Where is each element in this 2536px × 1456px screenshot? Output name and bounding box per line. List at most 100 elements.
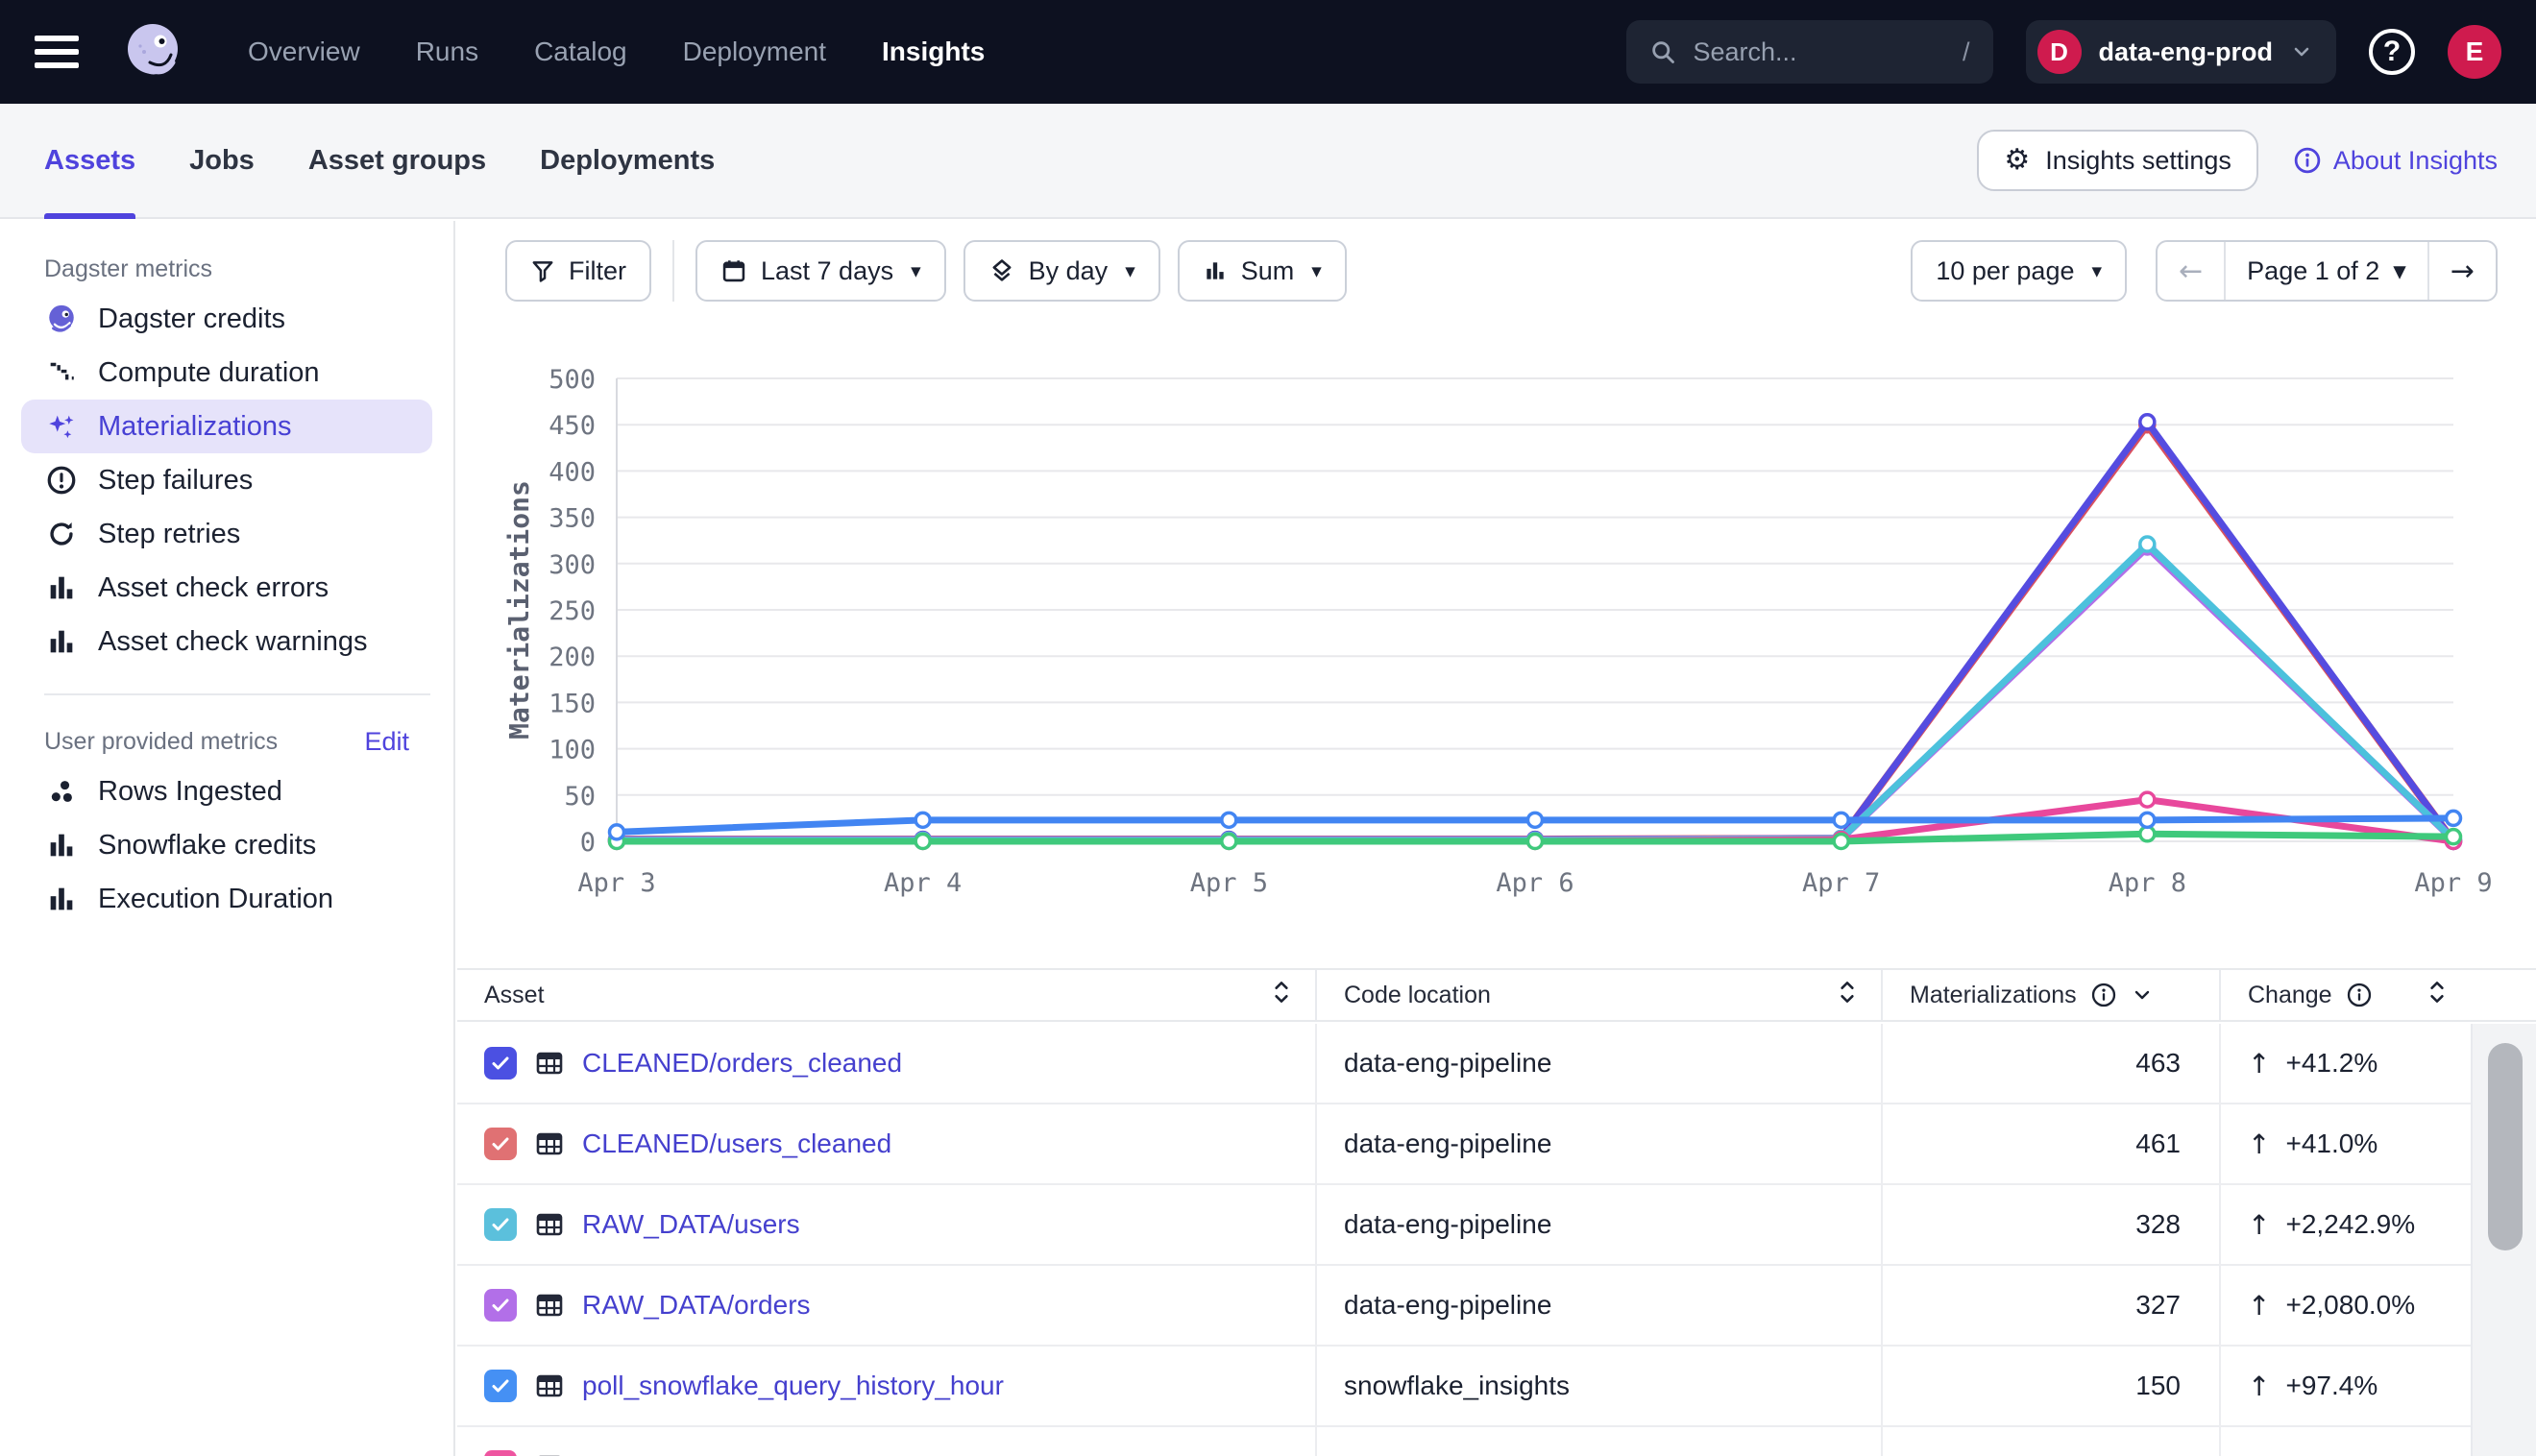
sidebar-item-dagster-credits[interactable]: Dagster credits	[21, 292, 432, 346]
top-nav-links: Overview Runs Catalog Deployment Insights	[248, 36, 985, 67]
caret-down-icon: ▾	[2091, 259, 2102, 282]
column-header-asset[interactable]: Asset	[457, 970, 1315, 1020]
code-location: data-eng-pipeline	[1344, 1128, 1551, 1159]
gear-icon: ⚙	[2004, 146, 2030, 175]
caret-down-icon: ▾	[2393, 256, 2406, 286]
sidebar-item-asset-check-warnings[interactable]: Asset check warnings	[21, 615, 432, 668]
sidebar-item-snowflake-credits[interactable]: Snowflake credits	[21, 818, 432, 872]
sidebar-item-compute-duration[interactable]: Compute duration	[21, 346, 432, 400]
deployment-badge: D	[2037, 30, 2082, 74]
dagster-logo-icon[interactable]	[121, 20, 184, 84]
asset-link[interactable]: RAW_DATA/orders	[582, 1290, 811, 1321]
svg-text:Apr 3: Apr 3	[577, 868, 655, 898]
aggregation-button[interactable]: Sum ▾	[1178, 240, 1347, 302]
up-arrow-icon: ↑	[2248, 1290, 2270, 1322]
bar-chart-icon	[45, 571, 78, 604]
materializations-count: 327	[1881, 1266, 2219, 1345]
asset-link[interactable]: CLEANED/users_cleaned	[582, 1128, 891, 1159]
top-nav-link-insights[interactable]: Insights	[882, 36, 985, 67]
column-header-code-location[interactable]: Code location	[1315, 970, 1881, 1020]
per-page-dropdown[interactable]: 10 per page ▾	[1911, 240, 2127, 302]
sidebar-item-rows-ingested[interactable]: Rows Ingested	[21, 764, 432, 818]
sort-icon[interactable]	[2425, 978, 2450, 1007]
insights-settings-button[interactable]: ⚙ Insights settings	[1977, 130, 2258, 191]
sidebar-item-label: Step failures	[98, 465, 253, 497]
sidebar-item-step-retries[interactable]: Step retries	[21, 507, 432, 561]
about-insights-link[interactable]: About Insights	[2293, 146, 2498, 176]
bar-chart-icon	[1203, 258, 1228, 283]
table-icon	[534, 1290, 565, 1321]
sidebar-item-asset-check-errors[interactable]: Asset check errors	[21, 561, 432, 615]
asset-link[interactable]: CLEANED/orders_cleaned	[582, 1048, 902, 1079]
asset-link[interactable]: CLEANED/…	[582, 1451, 744, 1456]
alert-circle-icon	[45, 464, 78, 497]
vertical-scrollbar[interactable]	[2488, 1043, 2523, 1250]
top-nav-link-catalog[interactable]: Catalog	[534, 36, 627, 67]
date-range-button[interactable]: Last 7 days ▾	[695, 240, 946, 302]
compute-duration-icon	[45, 356, 78, 389]
help-icon[interactable]: ?	[2369, 29, 2415, 75]
top-nav-link-deployment[interactable]: Deployment	[683, 36, 826, 67]
series-checkbox[interactable]	[484, 1047, 517, 1080]
series-checkbox[interactable]	[484, 1289, 517, 1322]
granularity-button[interactable]: By day ▾	[963, 240, 1160, 302]
change-percent: +1,0…%	[2285, 1451, 2389, 1456]
sidebar-item-execution-duration[interactable]: Execution Duration	[21, 872, 432, 926]
deployment-switcher[interactable]: D data-eng-prod	[2026, 20, 2337, 84]
caret-down-icon: ▾	[911, 259, 921, 282]
insights-tabs: Assets Jobs Asset groups Deployments	[44, 104, 715, 217]
table-icon	[534, 1209, 565, 1240]
series-checkbox[interactable]	[484, 1128, 517, 1160]
series-checkbox[interactable]	[484, 1370, 517, 1402]
series-checkbox[interactable]	[484, 1450, 517, 1456]
top-nav-link-runs[interactable]: Runs	[416, 36, 478, 67]
asset-link[interactable]: poll_snowflake_query_history_hour	[582, 1371, 1004, 1401]
search-input[interactable]: Search... /	[1626, 20, 1993, 84]
info-icon[interactable]	[2090, 982, 2117, 1008]
code-location: data-eng-pipeline	[1344, 1209, 1551, 1240]
prev-page-button[interactable]: ←	[2158, 242, 2224, 300]
column-header-materializations[interactable]: Materializations	[1881, 970, 2219, 1020]
table-icon	[534, 1128, 565, 1159]
top-nav-link-overview[interactable]: Overview	[248, 36, 360, 67]
asset-link[interactable]: RAW_DATA/users	[582, 1209, 800, 1240]
edit-metrics-link[interactable]: Edit	[364, 727, 409, 757]
tab-assets[interactable]: Assets	[44, 104, 135, 217]
up-arrow-icon: ↑	[2248, 1048, 2270, 1080]
sidebar-item-step-failures[interactable]: Step failures	[21, 453, 432, 507]
sort-icon[interactable]	[1269, 978, 1294, 1007]
change-percent: +2,080.0%	[2285, 1290, 2415, 1321]
retry-icon	[45, 518, 78, 550]
up-arrow-icon: ↑	[2248, 1371, 2270, 1402]
hamburger-menu-icon[interactable]	[35, 36, 79, 68]
scrollbar-track	[2471, 1024, 2536, 1456]
page-indicator-dropdown[interactable]: Page 1 of 2 ▾	[2224, 242, 2427, 300]
sidebar-item-materializations[interactable]: Materializations	[21, 400, 432, 453]
info-icon[interactable]	[2346, 982, 2373, 1008]
bar-chart-icon	[45, 883, 78, 915]
search-placeholder: Search...	[1694, 37, 1945, 67]
next-page-button[interactable]: →	[2427, 242, 2496, 300]
octopus-icon	[45, 303, 78, 335]
svg-text:Apr 6: Apr 6	[1496, 868, 1573, 898]
sidebar-section-title-user: User provided metrics Edit	[0, 718, 453, 764]
chart-toolbar: Filter Last 7 days ▾ By day ▾ Sum ▾ 10 p…	[505, 240, 2498, 302]
sidebar-item-label: Dagster credits	[98, 303, 285, 335]
sparkles-icon	[45, 410, 78, 443]
change-percent: +97.4%	[2285, 1371, 2378, 1401]
tab-deployments[interactable]: Deployments	[540, 104, 715, 217]
filter-button[interactable]: Filter	[505, 240, 651, 302]
tab-jobs[interactable]: Jobs	[189, 104, 255, 217]
table-row: RAW_DATA/usersdata-eng-pipeline328↑+2,24…	[457, 1185, 2536, 1266]
tab-asset-groups[interactable]: Asset groups	[308, 104, 486, 217]
chevron-down-icon[interactable]	[2131, 983, 2154, 1007]
user-avatar[interactable]: E	[2448, 25, 2501, 79]
series-checkbox[interactable]	[484, 1208, 517, 1241]
sort-icon[interactable]	[1835, 978, 1860, 1007]
column-header-change[interactable]: Change	[2219, 970, 2471, 1020]
svg-text:Apr 7: Apr 7	[1802, 868, 1880, 898]
svg-text:50: 50	[564, 782, 596, 812]
svg-text:0: 0	[580, 828, 596, 858]
svg-text:300: 300	[549, 550, 596, 580]
calendar-icon	[720, 257, 747, 284]
